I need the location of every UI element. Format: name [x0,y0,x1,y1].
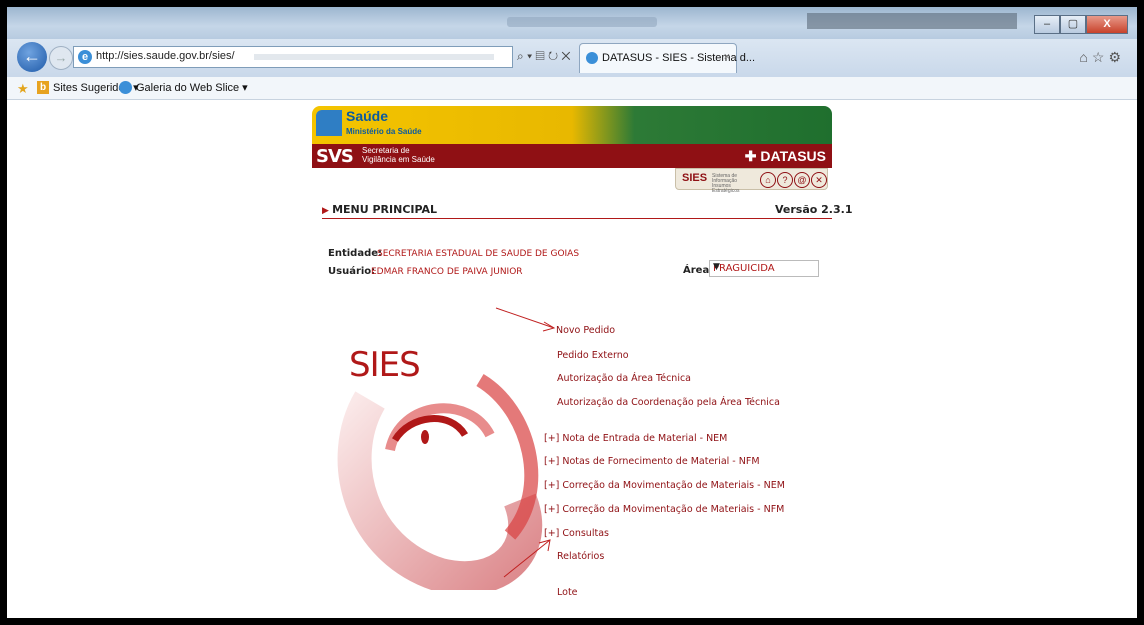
sies-subtitle: Sistema de Informação Insumos Estratégic… [712,173,740,194]
header-divider [322,218,832,219]
menu-correcao-nfm[interactable]: [+] Correção da Movimentação de Materiai… [544,504,784,515]
minimize-button[interactable]: – [1034,15,1060,34]
bing-icon: b [37,81,49,94]
annotation-arrows [495,307,556,578]
menu-principal-header: ▶ MENU PRINCIPAL [322,203,437,216]
home-icon[interactable]: ⌂ [1079,49,1091,65]
favorites-star-icon[interactable]: ☆ [1092,49,1109,65]
address-bar[interactable]: e http://sies.saude.gov.br/sies/ [73,46,513,68]
search-icon[interactable]: ⌕ [517,49,524,63]
menu-autorizacao-area-tecnica[interactable]: Autorização da Área Técnica [557,373,691,384]
refresh-icon[interactable]: ↻ [548,49,558,63]
browser-tab[interactable]: DATASUS - SIES - Sistema d... × [579,43,755,73]
tab-title: DATASUS - SIES - Sistema d... [602,52,756,64]
menu-autorizacao-coordenacao[interactable]: Autorização da Coordenação pela Área Téc… [557,397,780,408]
help-circle-icon[interactable]: ? [777,172,793,188]
gear-icon[interactable]: ⚙ [1108,49,1125,65]
favorites-star-icon[interactable]: ★ [17,81,29,97]
taskbar-blurred [807,13,1017,29]
svs-line2: Vigilância em Saúde [362,155,435,164]
menu-correcao-nem[interactable]: [+] Correção da Movimentação de Materiai… [544,480,785,491]
tab-close-icon[interactable]: × [724,51,730,63]
area-select[interactable]: PRAGUICIDA ▼ [709,260,819,277]
usuario-value: EDMAR FRANCO DE PAIVA JUNIOR [371,267,523,277]
sies-badge: SIES [682,172,708,184]
entidade-label: Entidade: [328,248,383,259]
exit-circle-icon[interactable]: ✕ [811,172,827,188]
window-title-blurred [507,17,657,27]
window-titlebar: – ▢ X [7,7,1137,39]
datasus-logo[interactable]: ✚ DATASUS [745,148,826,165]
svs-line1: Secretaria de [362,146,410,155]
svs-text: Secretaria de Vigilância em Saúde [362,146,435,164]
svs-banner: SVS Secretaria de Vigilância em Saúde ✚ … [312,144,832,168]
chevron-down-icon: ▼ [713,262,720,272]
home-circle-icon[interactable]: ⌂ [760,172,776,188]
version-label: Versão 2.3.1 [775,203,853,216]
banner-ministerio: Ministério da Saúde [346,127,422,136]
saude-logo-icon [316,110,342,136]
forward-arrow-icon[interactable]: → [49,46,73,70]
menu-principal-title: MENU PRINCIPAL [332,203,438,216]
back-arrow-icon[interactable]: ← [17,42,47,72]
address-url[interactable]: http://sies.saude.gov.br/sies/ [96,50,235,62]
address-tools: ⌕ ▾ ▤ ↻ ✕ [517,49,571,64]
sies-toolbar: SIES Sistema de Informação Insumos Estra… [675,168,828,194]
triangle-right-icon: ▶ [322,206,333,216]
maximize-button[interactable]: ▢ [1060,15,1086,34]
sies-logo-text: SIES [349,345,421,385]
browser-navbar: ← → e http://sies.saude.gov.br/sies/ ⌕ ▾… [7,39,1137,77]
window-controls: – ▢ X [1034,15,1128,34]
tab-favicon-icon [586,52,598,64]
ie-slice-icon [119,81,132,94]
entidade-value: SECRETARIA ESTADUAL DE SAUDE DE GOIAS [377,249,580,259]
banner-saude: Saúde [346,108,389,124]
usuario-label: Usuário: [328,266,376,277]
stop-icon[interactable]: ✕ [561,49,570,63]
close-button[interactable]: X [1086,15,1128,34]
fav-galeria-web-slice[interactable]: Galeria do Web Slice ▾ [136,81,248,94]
browser-right-tools: ⌂☆⚙ [1079,49,1125,66]
address-blurred [254,54,494,60]
menu-notas-fornecimento-nfm[interactable]: [+] Notas de Fornecimento de Material - … [544,456,760,467]
compat-icon[interactable]: ▾ ▤ [527,49,545,63]
ie-icon: e [78,50,92,64]
site-banner: Saúde Ministério da Saúde [312,106,832,144]
svs-logo: SVS [316,146,354,167]
favorites-bar: ★ b Sites Sugeridos ▾ Galeria do Web Sli… [7,77,1137,100]
menu-nota-entrada-nem[interactable]: [+] Nota de Entrada de Material - NEM [544,433,727,444]
email-circle-icon[interactable]: @ [794,172,810,188]
